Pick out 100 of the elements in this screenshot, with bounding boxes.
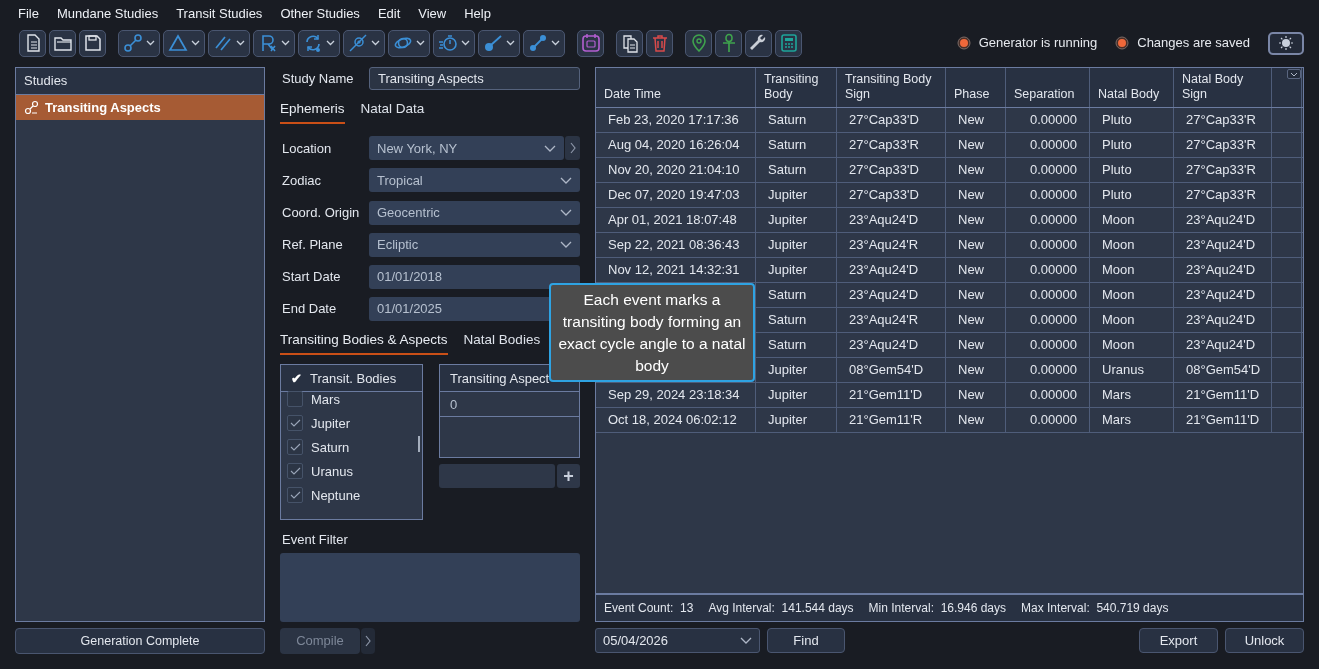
table-cell: Sep 22, 2021 08:36:43 (596, 233, 756, 257)
chevron-down-icon (1290, 71, 1298, 77)
stopwatch-dropdown-button[interactable] (433, 29, 475, 57)
column-header[interactable]: Separation (1014, 87, 1075, 102)
column-header[interactable]: Natal Body Sign (1182, 72, 1244, 102)
checkbox[interactable] (287, 391, 303, 408)
check-mark: ✔ (291, 369, 302, 388)
status-label: Changes are saved (1137, 34, 1250, 53)
table-cell: 21°Gem11'D (837, 383, 946, 407)
stat-text: Min Interval: 16.946 days (868, 600, 1007, 617)
table-cell: 0.00000 (1006, 108, 1090, 132)
export-button[interactable]: Export (1139, 628, 1218, 653)
column-header[interactable]: Transiting Body Sign (845, 72, 932, 102)
calendar-tool-button[interactable] (577, 29, 604, 57)
tab[interactable]: Natal Bodies (463, 330, 541, 356)
chevron-down-icon (551, 40, 560, 46)
table-cell: Pluto (1090, 108, 1174, 132)
tab[interactable]: Ephemeris (280, 99, 345, 125)
table-cell: Moon (1090, 333, 1174, 357)
parallel-lines-dropdown-button[interactable] (208, 29, 250, 57)
compile-options-button[interactable] (361, 628, 375, 654)
table-cell: 27°Cap33'R (1174, 133, 1272, 157)
folder-tool-button[interactable] (49, 29, 76, 57)
ankh-tool-button[interactable] (715, 29, 742, 57)
expand-button[interactable] (565, 136, 580, 161)
menu-item[interactable]: Transit Studies (167, 4, 272, 24)
column-header[interactable]: Date Time (604, 87, 661, 102)
table-cell: New (946, 208, 1006, 232)
table-cell: 0.00000 (1006, 383, 1090, 407)
menu-item[interactable]: View (409, 4, 456, 24)
menu-item[interactable]: Help (455, 4, 500, 24)
table-cell: Feb 23, 2020 17:17:36 (596, 108, 756, 132)
scrollbar-thumb[interactable] (418, 436, 420, 453)
rx-dropdown-button[interactable] (253, 29, 295, 57)
aspect-item[interactable]: 0 (440, 392, 579, 418)
field-label: End Date (281, 300, 338, 319)
body-label: Jupiter (311, 414, 351, 433)
table-cell: New (946, 358, 1006, 382)
node-link-icon (24, 100, 39, 115)
chevron-down-icon (560, 241, 572, 249)
node-link-dropdown-button[interactable] (118, 29, 160, 57)
chevron-down-icon (326, 40, 335, 46)
floppy-disk-tool-button[interactable] (79, 29, 106, 57)
triangle-dropdown-button[interactable] (163, 29, 205, 57)
table-cell: Jupiter (756, 383, 837, 407)
study-item[interactable]: Transiting Aspects (16, 95, 264, 120)
node-link-icon (123, 33, 143, 53)
find-button[interactable]: Find (767, 628, 845, 653)
column-menu-button[interactable] (1287, 69, 1301, 79)
chevron-down-icon (146, 40, 155, 46)
column-header[interactable]: Natal Body (1098, 87, 1160, 102)
checkbox[interactable] (287, 415, 303, 432)
map-pin-tool-button[interactable] (685, 29, 712, 57)
dropdown[interactable]: Tropical (369, 168, 580, 193)
generation-complete-button[interactable]: Generation Complete (15, 628, 265, 654)
dropdown[interactable]: Geocentric (369, 200, 580, 225)
dots-line-dropdown-button[interactable] (523, 29, 565, 57)
tab[interactable]: Transiting Bodies & Aspects (280, 330, 448, 356)
theme-toggle-button[interactable] (1268, 31, 1304, 55)
column-header[interactable]: Transiting Body (764, 72, 819, 102)
document-tool-button[interactable] (19, 29, 46, 57)
sun-icon (1278, 35, 1294, 51)
cycle-arrows-dropdown-button[interactable] (298, 29, 340, 57)
table-cell: Sep 29, 2024 23:18:34 (596, 383, 756, 407)
table-cell: Jupiter (756, 233, 837, 257)
table-cell: 08°Gem54'D (837, 358, 946, 382)
dropdown[interactable]: New York, NY (369, 136, 564, 161)
chevron-down-icon (506, 40, 515, 46)
trash-tool-button[interactable] (646, 29, 673, 57)
chevron-down-icon (461, 40, 470, 46)
ball-line-dropdown-button[interactable] (478, 29, 520, 57)
input-field[interactable] (439, 464, 555, 489)
menu-item[interactable]: Mundane Studies (47, 4, 168, 24)
checkbox[interactable] (287, 487, 303, 504)
target-line-dropdown-button[interactable] (343, 29, 385, 57)
table-cell: Saturn (756, 108, 837, 132)
copy-document-tool-button[interactable] (616, 29, 643, 57)
checkbox[interactable] (287, 463, 303, 480)
menu-item[interactable]: Edit (368, 4, 410, 24)
calculator-tool-button[interactable] (775, 29, 802, 57)
event-filter-field[interactable] (280, 552, 580, 622)
dropdown[interactable]: Ecliptic (369, 232, 580, 257)
add-button[interactable]: + (557, 464, 580, 489)
chevron-right-icon (365, 635, 371, 647)
date-field[interactable]: 01/01/2018 (369, 264, 580, 289)
date-picker[interactable]: 05/04/2026 (595, 628, 760, 653)
tab[interactable]: Natal Data (360, 99, 425, 125)
chevron-down-icon (560, 209, 572, 217)
table-cell: 23°Aqu24'D (1174, 283, 1272, 307)
target-line-icon (348, 33, 368, 53)
column-header[interactable]: Phase (954, 87, 990, 102)
table-cell: Saturn (756, 333, 837, 357)
study-name-field[interactable]: Transiting Aspects (369, 67, 580, 90)
menu-item[interactable]: File (9, 4, 48, 24)
planet-ring-dropdown-button[interactable] (388, 29, 430, 57)
menu-item[interactable]: Other Studies (271, 4, 369, 24)
checkbox[interactable] (287, 439, 303, 456)
chevron-right-icon (569, 142, 576, 155)
unlock-button[interactable]: Unlock (1225, 628, 1304, 653)
wrench-tool-button[interactable] (745, 29, 772, 57)
